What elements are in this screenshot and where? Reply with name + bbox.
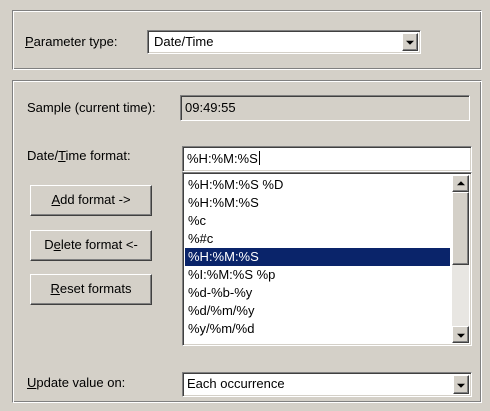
- format-list-item[interactable]: %H:%M:%S: [185, 248, 450, 266]
- sample-label: Sample (current time):: [27, 100, 156, 115]
- format-list-item[interactable]: %I:%M:%S %p: [185, 266, 450, 284]
- format-list-item[interactable]: %d-%b-%y: [185, 284, 450, 302]
- delete-format-label-before: D: [44, 237, 54, 252]
- format-list-item[interactable]: %c: [185, 212, 450, 230]
- parameter-type-combo[interactable]: Date/Time: [147, 30, 421, 54]
- datetime-format-label-before: Date/: [27, 148, 59, 163]
- scroll-up-icon: [456, 180, 465, 185]
- parameter-type-label-text: arameter type:: [33, 34, 118, 49]
- delete-format-button[interactable]: Delete format <-: [30, 230, 152, 261]
- add-format-label: dd format ->: [60, 192, 131, 207]
- delete-format-label: lete format <-: [60, 237, 138, 252]
- datetime-format-input[interactable]: %H:%M:%S: [182, 146, 472, 172]
- parameter-type-label-accel: P: [25, 34, 34, 49]
- format-list[interactable]: %H:%M:%S %D %H:%M:%S %c %#c %H:%M:%S %I:%M:%S…: [182, 172, 472, 346]
- update-value-combo[interactable]: Each occurrence: [182, 372, 472, 397]
- format-list-items: %H:%M:%S %D %H:%M:%S %c %#c %H:%M:%S %I:%M:%S…: [185, 176, 450, 338]
- parameter-type-dropdown-button[interactable]: [402, 33, 418, 51]
- update-value-value: Each occurrence: [187, 376, 285, 391]
- format-list-item[interactable]: %H:%M:%S: [185, 194, 450, 212]
- sample-value: 09:49:55: [185, 100, 236, 115]
- delete-format-accel: e: [53, 237, 61, 252]
- update-value-label: Update value on:: [27, 375, 125, 390]
- scroll-down-icon: [456, 333, 465, 338]
- format-list-item[interactable]: %y/%m/%d: [185, 320, 450, 338]
- scrollbar-thumb[interactable]: [452, 192, 469, 265]
- datetime-format-value: %H:%M:%S: [187, 151, 258, 166]
- datetime-format-label-after: ime format:: [65, 148, 131, 163]
- update-value-accel: U: [27, 375, 37, 390]
- chevron-down-icon: [406, 40, 414, 45]
- datetime-format-label: Date/Time format:: [27, 148, 131, 163]
- scroll-down-button[interactable]: [452, 326, 469, 343]
- format-list-item[interactable]: %#c: [185, 230, 450, 248]
- reset-formats-label: eset formats: [59, 281, 132, 296]
- datetime-format-text: %H:%M:%S: [187, 151, 260, 166]
- format-list-item[interactable]: %d/%m/%y: [185, 302, 450, 320]
- reset-formats-button[interactable]: Reset formats: [30, 274, 152, 305]
- update-value-dropdown-button[interactable]: [453, 375, 469, 394]
- reset-formats-accel: R: [50, 281, 60, 296]
- datetime-format-label-accel: T: [58, 148, 66, 163]
- update-value-label-text: pdate value on:: [36, 375, 126, 390]
- text-caret: [258, 151, 260, 165]
- add-format-accel: A: [51, 192, 61, 207]
- chevron-down-icon: [457, 383, 465, 388]
- format-list-scrollbar[interactable]: [452, 175, 469, 343]
- parameter-type-value: Date/Time: [154, 34, 214, 49]
- add-format-button[interactable]: Add format ->: [30, 185, 152, 216]
- sample-field: 09:49:55: [180, 95, 470, 121]
- parameter-type-label: Parameter type:: [25, 34, 118, 49]
- format-list-item[interactable]: %H:%M:%S %D: [185, 176, 450, 194]
- scroll-up-button[interactable]: [452, 175, 469, 192]
